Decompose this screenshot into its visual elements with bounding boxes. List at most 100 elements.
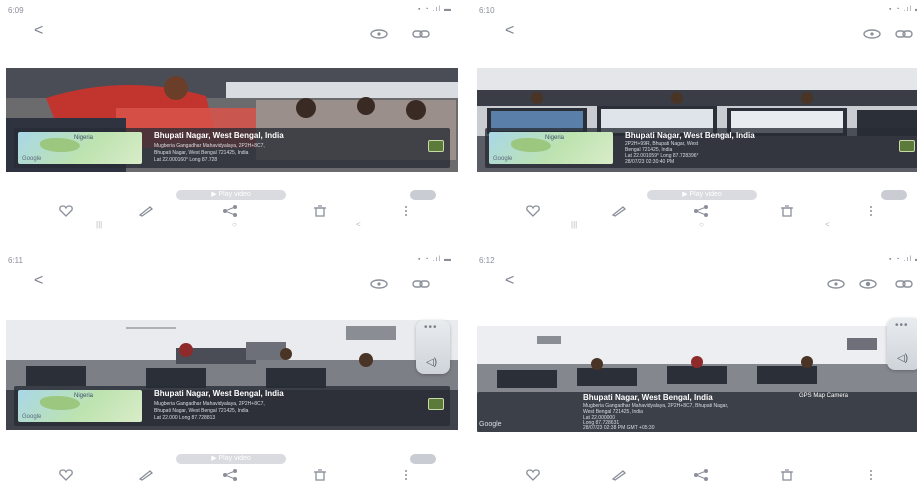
back-arrow-icon[interactable]: < — [34, 22, 43, 40]
delete-icon[interactable] — [779, 468, 795, 481]
edit-icon[interactable] — [611, 468, 627, 481]
action-bar — [477, 468, 917, 482]
camera-app-icon — [899, 140, 915, 152]
edit-icon[interactable] — [611, 204, 627, 217]
geo-title: Bhupati Nagar, West Bengal, India — [625, 131, 755, 140]
status-time: 6:12 — [479, 256, 495, 265]
photo-image[interactable]: Google GPS Map Camera Bhupati Nagar, Wes… — [477, 326, 917, 432]
map-logo: Google — [493, 156, 513, 162]
status-icons: ▪ ◔ .ıl ▬ — [418, 256, 452, 263]
eye-icon[interactable] — [859, 276, 877, 289]
geo-date-line: 28/07/23 02:30:40 PM — [625, 159, 675, 165]
back-arrow-icon[interactable]: < — [34, 272, 43, 290]
geo-date-line: 28/07/23 02:38 PM GMT +05:30 — [583, 425, 655, 431]
video-side-panel[interactable]: ••• ◁) — [416, 320, 450, 374]
status-bar: 6:09 ▪ ◔ .ıl ▬ — [6, 4, 458, 18]
map-logo: Google — [479, 421, 502, 428]
geo-address-line: Bhupati Nagar, West Bengal 721425, India — [154, 150, 249, 156]
link-icon[interactable] — [895, 276, 913, 288]
action-bar — [6, 468, 458, 482]
geotag-overlay: Nigeria Google Bhupati Nagar, West Benga… — [14, 128, 450, 168]
photo-image[interactable]: Nigeria Google Bhupati Nagar, West Benga… — [6, 320, 458, 430]
edit-icon[interactable] — [138, 468, 154, 481]
geotag-overlay: Google GPS Map Camera Bhupati Nagar, Wes… — [477, 392, 917, 432]
geotag-overlay: Nigeria Google Bhupati Nagar, West Benga… — [14, 386, 450, 426]
sound-icon[interactable]: ◁) — [897, 353, 908, 364]
more-options-icon[interactable] — [863, 468, 879, 480]
share-icon[interactable] — [693, 204, 709, 217]
link-icon[interactable] — [412, 26, 430, 38]
play-video-button[interactable]: ▶ Play video — [176, 190, 286, 200]
top-bar: < — [6, 18, 458, 46]
action-bar — [477, 204, 917, 218]
map-logo: Google — [22, 156, 42, 162]
edit-icon[interactable] — [138, 204, 154, 217]
delete-icon[interactable] — [779, 204, 795, 217]
lens-icon[interactable] — [827, 276, 845, 289]
more-dots-icon[interactable]: ••• — [895, 320, 909, 331]
photo-image[interactable]: Nigeria Google Bhupati Nagar, West Benga… — [6, 68, 458, 172]
link-icon[interactable] — [412, 276, 430, 288]
action-bar — [6, 204, 458, 218]
geo-coords-line: Lat 22.000 Long 87.728813 — [154, 415, 216, 421]
more-options-icon[interactable] — [863, 204, 879, 216]
geo-address-line: Mugberia Gangadhar Mahavidyalaya, 2P2H+8… — [154, 143, 265, 149]
delete-icon[interactable] — [312, 468, 328, 481]
lens-icon[interactable] — [863, 26, 881, 39]
back-nav-icon[interactable]: < — [356, 220, 361, 229]
geo-address-line: Bhupati Nagar, West Bengal 721425, India — [154, 408, 249, 414]
geo-address-line: Mugberia Gangadhar Mahavidyalaya, 2P2H+8… — [154, 401, 265, 407]
status-bar: 6:12 ▪ ◔ .ıl ▬ — [477, 254, 917, 268]
lens-icon[interactable] — [370, 26, 388, 39]
lens-icon[interactable] — [370, 276, 388, 289]
more-options-icon[interactable] — [398, 468, 414, 480]
status-time: 6:10 — [479, 6, 495, 15]
map-label: Nigeria — [545, 135, 565, 141]
home-nav-icon[interactable]: ○ — [699, 220, 704, 229]
photo-image[interactable]: Nigeria Google Bhupati Nagar, West Benga… — [477, 68, 917, 172]
play-video-button[interactable]: ▶ Play video — [176, 454, 286, 464]
video-side-panel[interactable]: ••• ◁) — [887, 318, 917, 370]
share-icon[interactable] — [693, 468, 709, 481]
status-time: 6:11 — [8, 256, 23, 265]
mute-button[interactable] — [881, 190, 907, 200]
mute-button[interactable] — [410, 190, 436, 200]
status-icons: ▪ ◔ .ıl ▬ — [418, 6, 452, 13]
more-dots-icon[interactable]: ••• — [424, 322, 438, 333]
back-arrow-icon[interactable]: < — [505, 22, 514, 40]
geotag-overlay: Nigeria Google Bhupati Nagar, West Benga… — [485, 128, 917, 168]
heart-icon[interactable] — [58, 204, 74, 217]
back-nav-icon[interactable]: < — [825, 220, 830, 229]
link-icon[interactable] — [895, 26, 913, 38]
more-options-icon[interactable] — [398, 204, 414, 216]
recents-nav-icon[interactable]: ||| — [96, 220, 102, 229]
map-label: Nigeria — [74, 135, 94, 141]
photo-viewer-screen-2: 6:10 ▪ ◔ .ıl ▬ < — [477, 4, 917, 240]
mute-button[interactable] — [410, 454, 436, 464]
geo-title: Bhupati Nagar, West Bengal, India — [583, 393, 713, 402]
status-icons: ▪ ◔ .ıl ▬ — [889, 6, 917, 13]
geo-coords-line: Lat 22.000160° Long 87.728 — [154, 157, 218, 163]
delete-icon[interactable] — [312, 204, 328, 217]
status-bar: 6:10 ▪ ◔ .ıl ▬ — [477, 4, 917, 18]
play-video-button[interactable]: ▶ Play video — [647, 190, 757, 200]
status-time: 6:09 — [8, 6, 24, 15]
heart-icon[interactable] — [525, 204, 541, 217]
heart-icon[interactable] — [58, 468, 74, 481]
home-nav-icon[interactable]: ○ — [232, 220, 237, 229]
photo-viewer-screen-4: 6:12 ▪ ◔ .ıl ▬ < Google G — [477, 254, 917, 490]
top-bar: < — [477, 268, 917, 296]
share-icon[interactable] — [222, 204, 238, 217]
share-icon[interactable] — [222, 468, 238, 481]
status-icons: ▪ ◔ .ıl ▬ — [889, 256, 917, 263]
recents-nav-icon[interactable]: ||| — [571, 220, 577, 229]
sound-icon[interactable]: ◁) — [426, 357, 437, 368]
brand-label: GPS Map Camera — [799, 393, 849, 399]
map-label: Nigeria — [74, 393, 94, 399]
back-arrow-icon[interactable]: < — [505, 272, 514, 290]
geo-title: Bhupati Nagar, West Bengal, India — [154, 389, 284, 398]
system-nav-bar: ||| ○ < — [6, 220, 458, 230]
heart-icon[interactable] — [525, 468, 541, 481]
camera-app-icon — [428, 140, 444, 152]
system-nav-bar: ||| ○ < — [477, 220, 917, 230]
